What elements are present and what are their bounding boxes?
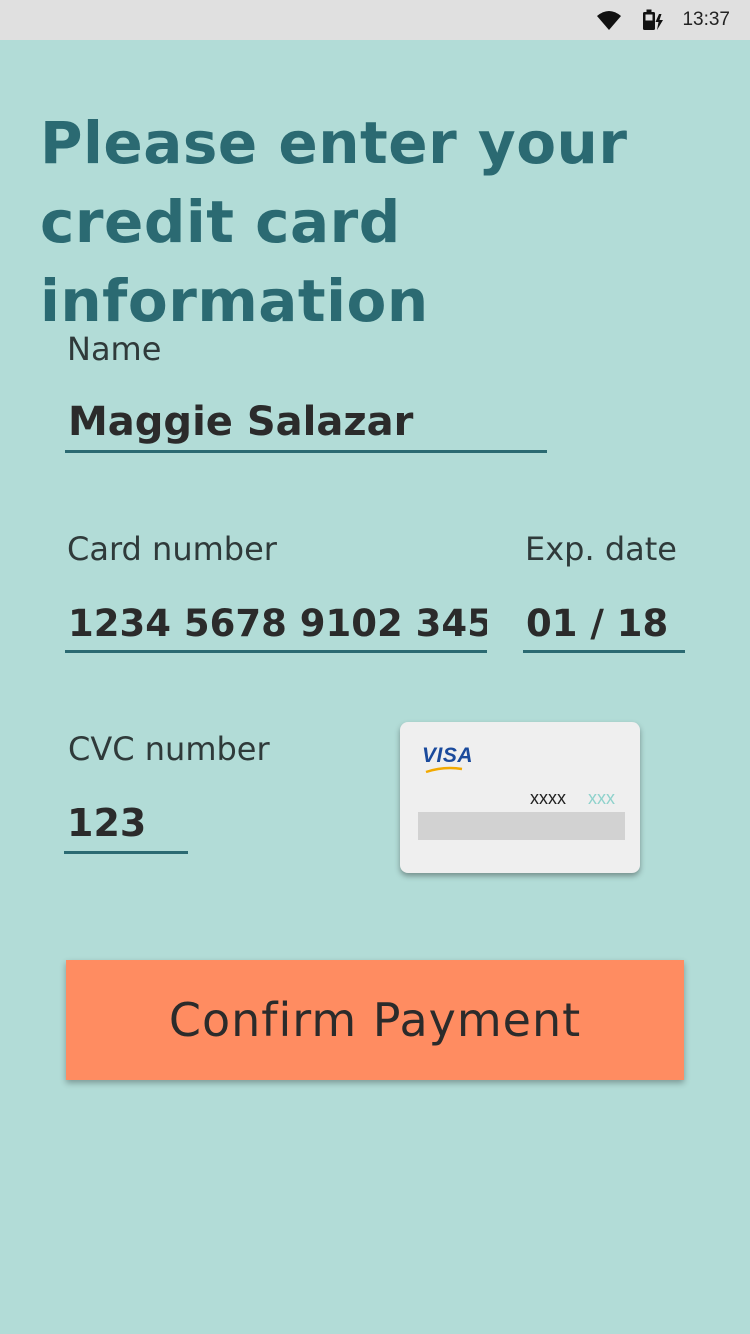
- page-title: Please enter your credit card informatio…: [40, 109, 628, 335]
- status-bar: 13:37: [0, 0, 750, 40]
- wifi-icon: [596, 9, 622, 31]
- card-number-label: Card number: [67, 530, 277, 568]
- battery-charging-icon: [640, 8, 664, 32]
- name-field[interactable]: [65, 396, 547, 453]
- visa-swoosh-icon: [425, 766, 463, 774]
- visa-logo: VISA: [422, 744, 474, 767]
- cvc-field[interactable]: [64, 797, 188, 854]
- cvc-label: CVC number: [68, 730, 270, 768]
- card-cvc-mask: xxx: [588, 788, 615, 808]
- card-number-mask: xxxx: [530, 788, 566, 808]
- status-time: 13:37: [682, 9, 730, 30]
- name-label: Name: [67, 330, 162, 368]
- card-number-field[interactable]: [65, 598, 487, 653]
- card-preview: VISA xxxx xxx: [400, 722, 640, 873]
- exp-date-field[interactable]: [523, 598, 685, 653]
- signature-stripe: [418, 812, 625, 840]
- exp-date-label: Exp. date: [525, 530, 677, 568]
- confirm-payment-button[interactable]: Confirm Payment: [66, 960, 684, 1080]
